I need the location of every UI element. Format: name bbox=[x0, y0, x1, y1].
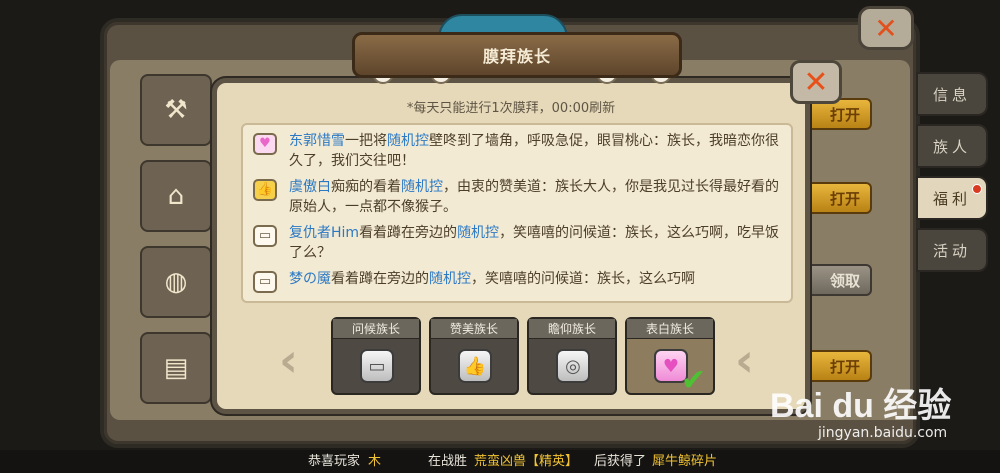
left-slot-4[interactable]: ▤ bbox=[140, 332, 212, 404]
target-name[interactable]: 随机控 bbox=[457, 225, 499, 241]
checkmark-icon: ✔ bbox=[681, 363, 707, 398]
scroll-icon: ▤ bbox=[163, 353, 189, 383]
list-item: ♥ 东郭惜雪一把将随机控壁咚到了墙角，呼吸急促，眼冒桃心：族长，我暗恋你很久了，… bbox=[253, 131, 781, 171]
open-button-2[interactable]: 打开 bbox=[800, 182, 872, 214]
tab-label: 信息 bbox=[932, 85, 971, 104]
ticker-player: 木 bbox=[368, 454, 382, 469]
ticker-prefix: 恭喜玩家 bbox=[308, 454, 361, 469]
list-item: ▭ 复仇者Him看着蹲在旁边的随机控，笑嘻嘻的问候道：族长，这么巧啊，吃早饭了么… bbox=[253, 223, 781, 263]
thumbs-up-icon: 👍 bbox=[458, 349, 492, 383]
tab-members[interactable]: 族人 bbox=[916, 124, 988, 168]
player-name[interactable]: 复仇者Him bbox=[289, 225, 359, 241]
message-body: ，笑嘻嘻的问候道：族长，这么巧啊 bbox=[471, 271, 695, 287]
message-text: 复仇者Him看着蹲在旁边的随机控，笑嘻嘻的问候道：族长，这么巧啊，吃早饭了么？ bbox=[289, 223, 781, 263]
tool-icon: ⚒ bbox=[164, 95, 188, 125]
baidu-watermark: Bai du 经验 jingyan.baidu.com bbox=[770, 378, 951, 441]
refresh-notice: *每天只能进行1次膜拜，00:00刷新 bbox=[406, 101, 616, 116]
watermark-url: jingyan.baidu.com bbox=[818, 425, 948, 441]
action-label: 瞻仰族长 bbox=[529, 319, 615, 339]
watermark-logo: Bai du 经验 bbox=[770, 387, 952, 425]
target-name[interactable]: 随机控 bbox=[401, 179, 443, 195]
left-slot-1[interactable]: ⚒ bbox=[140, 74, 212, 146]
admire-chief-button[interactable]: 瞻仰族长 ◎ bbox=[527, 317, 617, 395]
confess-chief-button[interactable]: 表白族长 ♥ ✔ bbox=[625, 317, 715, 398]
tab-label: 活动 bbox=[932, 241, 971, 260]
ticker-text: 后获得了 bbox=[594, 454, 647, 469]
message-list[interactable]: ♥ 东郭惜雪一把将随机控壁咚到了墙角，呼吸急促，眼冒桃心：族长，我暗恋你很久了，… bbox=[241, 123, 793, 303]
thumbs-up-icon: 👍 bbox=[253, 179, 277, 201]
target-name[interactable]: 随机控 bbox=[387, 133, 429, 149]
announcement-ticker: 恭喜玩家 木 在战胜 荒蛮凶兽【精英】 后获得了 犀牛鲸碎片 bbox=[0, 450, 1000, 473]
ticker-item: 犀牛鲸碎片 bbox=[652, 454, 718, 469]
ticker-monster: 荒蛮凶兽【精英】 bbox=[474, 454, 579, 469]
chat-bubble-icon: ▭ bbox=[253, 225, 277, 247]
message-text: 虞傲白痴痴的看着随机控，由衷的赞美道：族长大人，你是我见过长得最好看的原始人，一… bbox=[289, 177, 781, 217]
left-slot-3[interactable]: ◍ bbox=[140, 246, 212, 318]
list-item: ▭ 梦の魇看着蹲在旁边的随机控，笑嘻嘻的问候道：族长，这么巧啊 bbox=[253, 269, 781, 293]
chat-bubble-icon: ▭ bbox=[253, 271, 277, 293]
tab-welfare[interactable]: 福利 bbox=[916, 176, 988, 220]
hut-icon: ⌂ bbox=[167, 181, 185, 211]
ring-icon: ◎ bbox=[556, 349, 590, 383]
message-pre: 看着蹲在旁边的 bbox=[359, 225, 458, 241]
side-tabs: 信息 族人 福利 活动 bbox=[916, 72, 988, 280]
pouch-icon: ◍ bbox=[164, 267, 188, 297]
target-name[interactable]: 随机控 bbox=[429, 271, 471, 287]
left-slot-2[interactable]: ⌂ bbox=[140, 160, 212, 232]
tab-activities[interactable]: 活动 bbox=[916, 228, 988, 272]
dialog-close-button[interactable]: ✕ bbox=[790, 60, 842, 104]
notification-dot bbox=[972, 184, 982, 194]
tab-label: 福利 bbox=[932, 189, 971, 208]
claim-button[interactable]: 领取 bbox=[800, 264, 872, 296]
outer-close-button[interactable]: ✕ bbox=[858, 6, 914, 50]
chevron-right-icon: ‹ bbox=[735, 333, 754, 387]
ticker-text: 在战胜 bbox=[428, 454, 468, 469]
action-label: 表白族长 bbox=[627, 319, 713, 339]
message-pre: 痴痴的看着 bbox=[331, 179, 401, 195]
player-name[interactable]: 东郭惜雪 bbox=[289, 133, 345, 149]
close-x-icon: ✕ bbox=[803, 64, 829, 100]
message-pre: 看着蹲在旁边的 bbox=[331, 271, 429, 287]
action-label: 赞美族长 bbox=[431, 319, 517, 339]
greet-chief-button[interactable]: 问候族长 ▭ bbox=[331, 317, 421, 395]
dialog-title: 膜拜族长 bbox=[352, 32, 682, 78]
heart-icon: ♥ bbox=[253, 133, 277, 155]
message-text: 东郭惜雪一把将随机控壁咚到了墙角，呼吸急促，眼冒桃心：族长，我暗恋你很久了，我们… bbox=[289, 131, 781, 171]
list-item: 👍 虞傲白痴痴的看着随机控，由衷的赞美道：族长大人，你是我见过长得最好看的原始人… bbox=[253, 177, 781, 217]
praise-chief-button[interactable]: 赞美族长 👍 bbox=[429, 317, 519, 395]
player-name[interactable]: 梦の魇 bbox=[289, 271, 331, 287]
message-pre: 一把将 bbox=[345, 133, 387, 149]
worship-actions: 问候族长 ▭ 赞美族长 👍 瞻仰族长 ◎ 表白族长 ♥ ✔ bbox=[331, 317, 715, 398]
close-x-icon: ✕ bbox=[874, 11, 898, 45]
chevron-left-icon: ‹ bbox=[279, 333, 298, 387]
chat-bubble-icon: ▭ bbox=[360, 349, 394, 383]
tab-info[interactable]: 信息 bbox=[916, 72, 988, 116]
worship-dialog: *每天只能进行1次膜拜，00:00刷新 ♥ 东郭惜雪一把将随机控壁咚到了墙角，呼… bbox=[212, 78, 810, 414]
tab-label: 族人 bbox=[932, 137, 971, 156]
player-name[interactable]: 虞傲白 bbox=[289, 179, 331, 195]
action-label: 问候族长 bbox=[333, 319, 419, 339]
message-text: 梦の魇看着蹲在旁边的随机控，笑嘻嘻的问候道：族长，这么巧啊 bbox=[289, 269, 695, 289]
